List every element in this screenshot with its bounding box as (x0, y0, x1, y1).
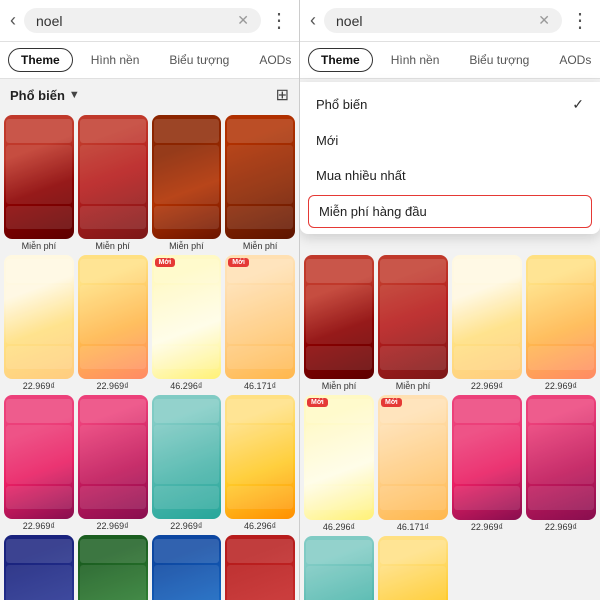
dropdown-item-label: Mua nhiều nhất (316, 168, 406, 183)
theme-item[interactable]: 22.969₫ (152, 535, 222, 600)
theme-item[interactable]: 22.969₫ (78, 535, 148, 600)
theme-item[interactable]: 46.296₫ (225, 535, 295, 600)
right-filter-dropdown-menu[interactable]: Phổ biến ✓ Mới Mua nhiều nhất Miễn phí hàng … (300, 82, 600, 234)
dropdown-check-icon: ✓ (572, 96, 584, 113)
dropdown-item-label: Miễn phí hàng đầu (319, 204, 427, 219)
left-themes-grid: Miễn phíMiễn phíMiễn phíMiễn phí22.969₫2… (0, 111, 299, 600)
right-panel: ‹ noel ✕ ⋮ Theme Hình nền Biểu tượng AOD… (300, 0, 600, 600)
left-filter-bar: Phổ biến ▼ ⊞ (0, 79, 299, 111)
right-tab-theme[interactable]: Theme (308, 48, 373, 72)
dropdown-item-label: Phổ biến (316, 97, 367, 112)
theme-item[interactable]: Miễn phí (152, 115, 222, 251)
left-filter-dropdown[interactable]: Phổ biến ▼ (10, 88, 80, 103)
right-tab-bieututng[interactable]: Biểu tượng (457, 49, 541, 71)
theme-price: 22.969₫ (545, 522, 577, 532)
theme-item[interactable]: 22.969₫ (78, 255, 148, 391)
left-grid-toggle[interactable]: ⊞ (276, 85, 289, 105)
theme-item[interactable]: 22.969₫ (452, 255, 522, 391)
left-search-input-area[interactable]: noel ✕ (24, 8, 261, 33)
theme-item[interactable]: Miễn phí (4, 115, 74, 251)
right-search-query: noel (336, 13, 538, 29)
theme-item[interactable]: 46.171₫ (378, 536, 448, 600)
theme-price: Miễn phí (22, 241, 57, 251)
theme-price: 46.296₫ (170, 381, 202, 391)
theme-item[interactable]: 22.969₫ (4, 535, 74, 600)
dropdown-item[interactable]: Mua nhiều nhất (300, 158, 600, 193)
theme-item[interactable]: 22.969₫ (152, 395, 222, 531)
theme-price: 22.969₫ (97, 381, 129, 391)
theme-price: 22.969₫ (97, 521, 129, 531)
left-tab-aods[interactable]: AODs (247, 49, 300, 71)
left-panel: ‹ noel ✕ ⋮ Theme Hình nền Biểu tượng AOD… (0, 0, 300, 600)
theme-price: Miễn phí (322, 381, 357, 391)
theme-price: Miễn phí (396, 381, 431, 391)
left-tab-theme[interactable]: Theme (8, 48, 73, 72)
theme-item[interactable]: Miễn phí (304, 255, 374, 391)
right-themes-grid: Miễn phí Miễn phí 22.969₫ 22.969₫ Mới 46.296₫… (300, 251, 600, 600)
right-search-input-area[interactable]: noel ✕ (324, 8, 562, 33)
left-search-bar: ‹ noel ✕ ⋮ (0, 0, 299, 42)
theme-price: 22.969₫ (471, 381, 503, 391)
theme-item[interactable]: 22.969₫ (452, 395, 522, 531)
right-tab-hinhanh[interactable]: Hình nền (379, 49, 452, 71)
theme-item[interactable]: 22.969₫ (526, 255, 596, 391)
theme-item[interactable]: Mới 46.296₫ (152, 255, 222, 391)
dropdown-item[interactable]: Miễn phí hàng đầu (308, 195, 592, 228)
right-more-button[interactable]: ⋮ (570, 8, 590, 33)
theme-item[interactable]: Miễn phí (225, 115, 295, 251)
theme-price: 22.969₫ (23, 381, 55, 391)
theme-item[interactable]: Mới 46.171₫ (378, 395, 448, 531)
right-back-button[interactable]: ‹ (310, 10, 316, 31)
theme-item[interactable]: 22.969₫ (4, 395, 74, 531)
dropdown-item[interactable]: Mới (300, 123, 600, 158)
dropdown-item-label: Mới (316, 133, 338, 148)
theme-item[interactable]: 22.969₫ (526, 395, 596, 531)
left-tab-bieututng[interactable]: Biểu tượng (157, 49, 241, 71)
theme-badge: Mới (307, 398, 328, 407)
theme-price: 22.969₫ (471, 522, 503, 532)
theme-item[interactable]: 22.969₫ (4, 255, 74, 391)
left-back-button[interactable]: ‹ (10, 10, 16, 31)
theme-price: Miễn phí (95, 241, 130, 251)
left-tabs: Theme Hình nền Biểu tượng AODs (0, 42, 299, 79)
theme-item[interactable]: 22.969₫ (78, 395, 148, 531)
theme-item[interactable]: 46.296₫ (304, 536, 374, 600)
theme-item[interactable]: Miễn phí (78, 115, 148, 251)
right-tabs: Theme Hình nền Biểu tượng AODs (300, 42, 600, 79)
left-filter-label: Phổ biến (10, 88, 65, 103)
dropdown-item[interactable]: Phổ biến ✓ (300, 86, 600, 123)
theme-item[interactable]: 46.296₫ (225, 395, 295, 531)
theme-price: 46.296₫ (244, 521, 276, 531)
left-search-clear[interactable]: ✕ (237, 12, 249, 29)
theme-item[interactable]: Mới 46.296₫ (304, 395, 374, 531)
theme-price: Miễn phí (169, 241, 204, 251)
theme-price: 46.171₫ (397, 522, 429, 532)
theme-badge: Mới (381, 398, 402, 407)
theme-badge: Mới (228, 258, 249, 267)
left-more-button[interactable]: ⋮ (269, 8, 289, 33)
left-filter-arrow-icon: ▼ (69, 89, 80, 101)
theme-item[interactable]: Miễn phí (378, 255, 448, 391)
right-search-bar: ‹ noel ✕ ⋮ (300, 0, 600, 42)
theme-price: Miễn phí (243, 241, 278, 251)
right-search-clear[interactable]: ✕ (538, 12, 550, 29)
theme-price: 46.296₫ (323, 522, 355, 532)
right-tab-aods[interactable]: AODs (547, 49, 600, 71)
left-tab-hinhanh[interactable]: Hình nền (79, 49, 152, 71)
left-search-query: noel (36, 13, 237, 29)
theme-price: 46.171₫ (244, 381, 276, 391)
theme-price: 22.969₫ (23, 521, 55, 531)
theme-badge: Mới (155, 258, 176, 267)
theme-item[interactable]: Mới 46.171₫ (225, 255, 295, 391)
theme-price: 22.969₫ (545, 381, 577, 391)
theme-price: 22.969₫ (170, 521, 202, 531)
